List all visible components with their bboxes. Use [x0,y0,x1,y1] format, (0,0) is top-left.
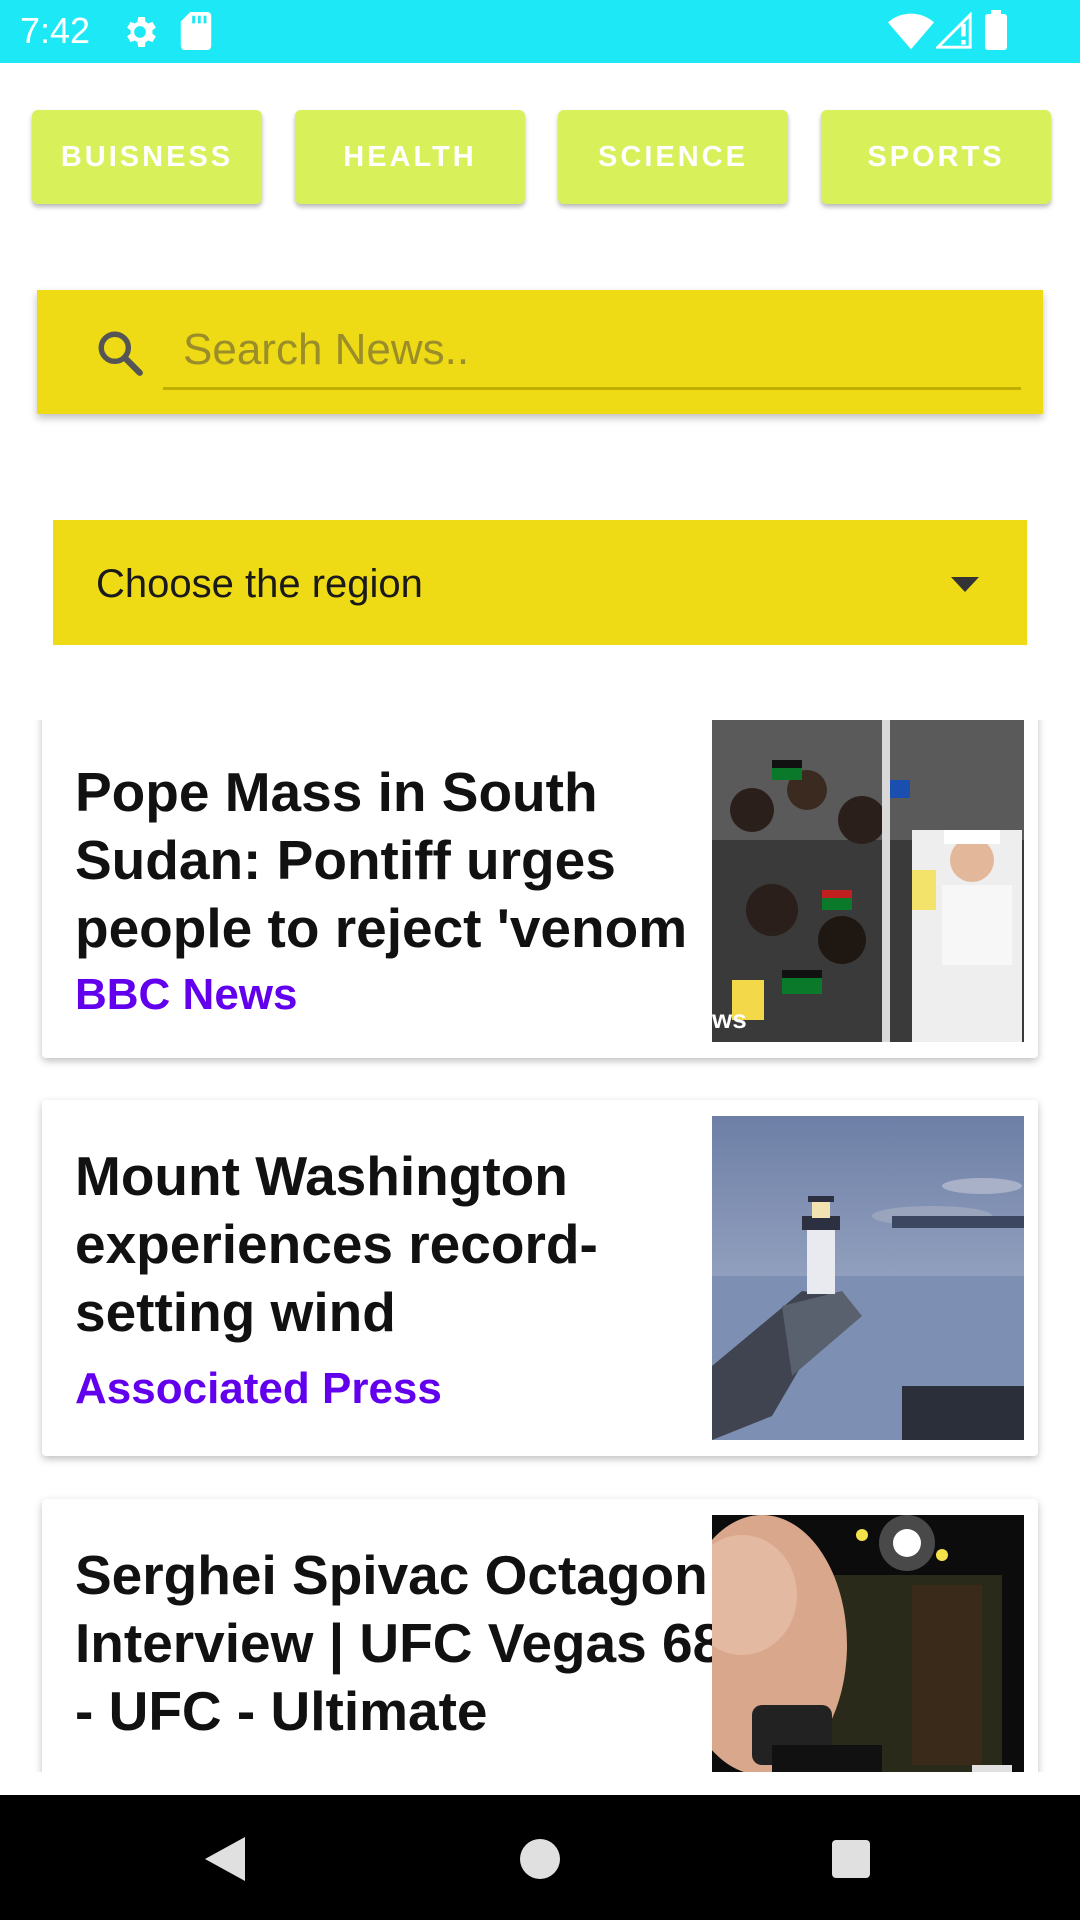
signal-icon [936,12,972,49]
news-thumbnail: ws [712,720,1024,1042]
gear-icon [127,17,156,47]
status-bar: 7:42 [0,0,1080,63]
category-label: SCIENCE [598,140,748,173]
dropdown-arrow-icon [951,577,979,592]
news-photo-lighthouse [712,1116,1024,1440]
news-photo-crowd: ws [712,720,1024,1042]
battery-icon [985,10,1007,50]
image-watermark: ws [712,1004,747,1034]
news-photo-fighter [712,1515,1024,1772]
region-label: Choose the region [96,562,423,606]
category-sports-button[interactable]: SPORTS [821,110,1051,204]
navigation-bar [0,1795,1080,1920]
search-icon[interactable] [95,328,145,378]
category-health-button[interactable]: HEALTH [295,110,525,204]
news-list[interactable]: Pope Mass in South Sudan: Pontiff urges … [0,720,1080,1772]
news-source: BBC News [75,970,298,1019]
search-bar [37,290,1043,414]
news-source: Associated Press [75,1364,442,1413]
wifi-icon [888,13,934,50]
news-card[interactable]: Pope Mass in South Sudan: Pontiff urges … [42,720,1038,1058]
news-thumbnail [712,1515,1024,1772]
sd-card-icon [180,12,212,50]
search-input[interactable] [163,312,1021,390]
recents-icon[interactable] [832,1840,870,1878]
category-business-button[interactable]: BUISNESS [32,110,262,204]
back-icon[interactable] [205,1837,245,1881]
home-icon[interactable] [520,1839,560,1879]
news-card[interactable]: Mount Washington experiences record-sett… [42,1100,1038,1456]
news-title: Pope Mass in South Sudan: Pontiff urges … [75,761,688,959]
category-label: SPORTS [867,140,1005,173]
category-label: HEALTH [343,140,477,173]
status-time: 7:42 [20,10,91,51]
category-science-button[interactable]: SCIENCE [558,110,788,204]
news-title: Mount Washington experiences record-sett… [75,1145,598,1343]
region-dropdown[interactable]: Choose the region [53,520,1027,645]
news-title: Serghei Spivac Octagon Interview | UFC V… [75,1544,724,1742]
news-card[interactable]: Serghei Spivac Octagon Interview | UFC V… [42,1499,1038,1772]
news-thumbnail [712,1116,1024,1440]
category-label: BUISNESS [60,140,234,173]
